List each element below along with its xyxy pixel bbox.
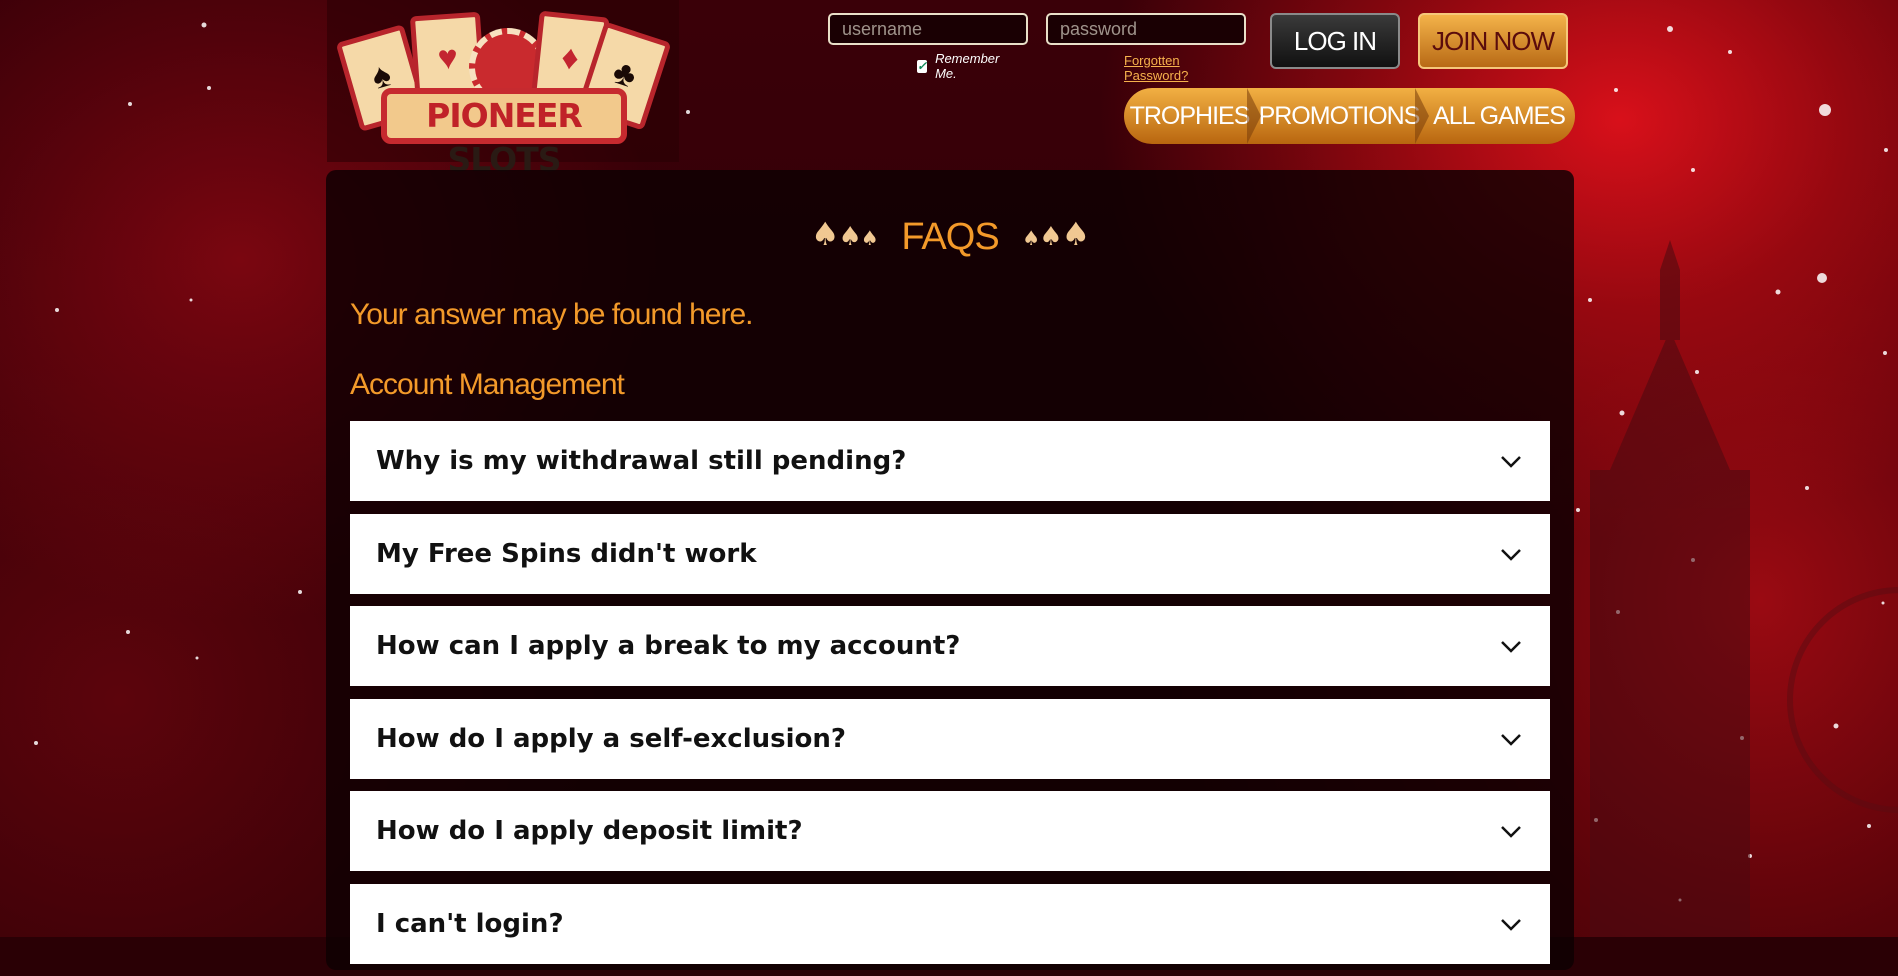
- join-now-button[interactable]: JOIN NOW: [1418, 13, 1568, 69]
- faq-list: Why is my withdrawal still pending? My F…: [350, 421, 1550, 976]
- remember-checkbox[interactable]: ✓: [917, 59, 928, 73]
- chevron-down-icon[interactable]: [1500, 636, 1522, 658]
- nav-item-all-games[interactable]: ALL GAMES: [1423, 88, 1575, 144]
- faq-item[interactable]: I can't login?: [350, 883, 1550, 964]
- logo[interactable]: ♠ ♥ ♦ ♣ PIONEER SLOTS: [327, 0, 679, 179]
- faq-heading: ♠♠♠ FAQS ♠♠♠: [326, 210, 1574, 259]
- chevron-down-icon[interactable]: [1500, 544, 1522, 566]
- login-button[interactable]: LOG IN: [1270, 13, 1400, 69]
- username-input[interactable]: [828, 13, 1028, 45]
- forgot-password-link[interactable]: Forgotten Password?: [1124, 53, 1188, 83]
- chevron-down-icon[interactable]: [1500, 729, 1522, 751]
- main-nav: TROPHIES PROMOTIONS ALL GAMES: [1124, 88, 1575, 144]
- chevron-down-icon[interactable]: [1500, 914, 1522, 936]
- spades-left-icon: ♠♠♠: [810, 215, 879, 253]
- section-title: Account Management: [350, 368, 625, 401]
- faq-question: Why is my withdrawal still pending?: [376, 446, 907, 476]
- spades-right-icon: ♠♠♠: [1022, 215, 1090, 253]
- chevron-down-icon[interactable]: [1500, 821, 1522, 843]
- faq-item[interactable]: How do I apply deposit limit?: [350, 791, 1550, 871]
- page-subtitle: Your answer may be found here.: [350, 298, 753, 331]
- chevron-down-icon[interactable]: [1500, 451, 1522, 473]
- faq-question: How do I apply deposit limit?: [376, 816, 803, 846]
- faq-item[interactable]: Why is my withdrawal still pending?: [350, 421, 1550, 501]
- faq-question: I can't login?: [376, 908, 564, 939]
- faq-question: How can I apply a break to my account?: [376, 631, 961, 661]
- logo-wordmark: PIONEER SLOTS: [381, 88, 627, 179]
- faq-item[interactable]: How do I apply a self-exclusion?: [350, 698, 1550, 779]
- faq-question: How do I apply a self-exclusion?: [376, 723, 846, 754]
- nav-item-promotions[interactable]: PROMOTIONS: [1255, 88, 1429, 144]
- faq-item[interactable]: How can I apply a break to my account?: [350, 606, 1550, 686]
- faq-panel: ♠♠♠ FAQS ♠♠♠ Your answer may be found he…: [326, 170, 1574, 970]
- nav-item-trophies[interactable]: TROPHIES: [1124, 88, 1261, 144]
- remember-label: Remember Me.: [935, 51, 1000, 81]
- faq-item[interactable]: My Free Spins didn't work: [350, 513, 1550, 594]
- page-title: FAQS: [901, 216, 999, 258]
- password-input[interactable]: [1046, 13, 1246, 45]
- remember-me[interactable]: ✓ Remember Me.: [917, 51, 1002, 81]
- logo-word-1: PIONEER: [426, 96, 583, 135]
- faq-question: My Free Spins didn't work: [376, 538, 757, 569]
